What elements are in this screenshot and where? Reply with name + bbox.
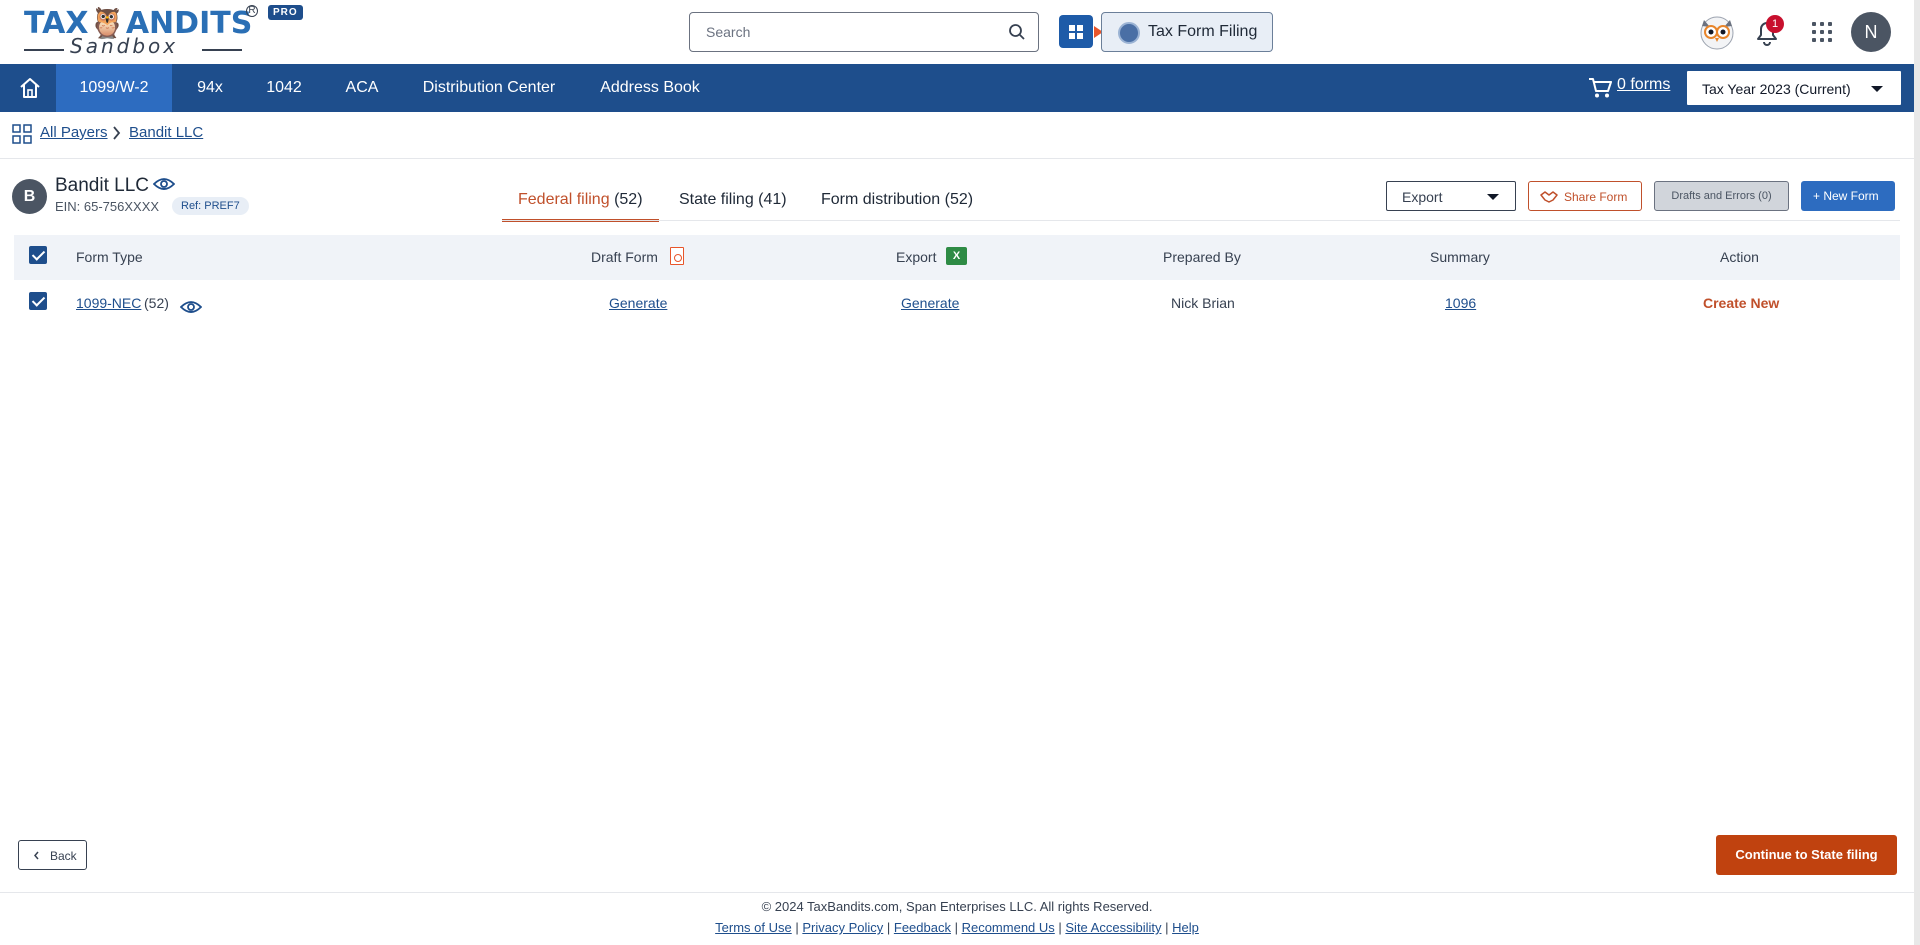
breadcrumb-divider xyxy=(0,158,1914,159)
breadcrumb-current-payer[interactable]: Bandit LLC xyxy=(129,124,203,141)
share-form-label: Share Form xyxy=(1564,190,1628,204)
export-select-value: Export xyxy=(1402,189,1443,205)
tab-form-distribution-label: Form distribution xyxy=(821,191,941,208)
app-switch-button[interactable] xyxy=(1059,15,1103,48)
summary-1096-link[interactable]: 1096 xyxy=(1445,295,1476,311)
table-row: 1099-NEC (52) Generate Generate Nick Bri… xyxy=(14,282,1900,330)
logo-sandbox-text: Sandbox xyxy=(70,34,179,58)
back-button[interactable]: Back xyxy=(18,840,87,870)
registered-icon: R xyxy=(246,5,258,17)
chevron-down-icon xyxy=(1487,194,1499,200)
tax-year-select[interactable]: Tax Year 2023 (Current) xyxy=(1685,69,1903,107)
tab-form-distribution-count: (52) xyxy=(944,191,974,208)
page-scrollbar[interactable] xyxy=(1914,0,1920,945)
home-button[interactable] xyxy=(0,64,56,112)
tabs-underline xyxy=(502,220,1900,221)
new-form-label: + New Form xyxy=(1813,189,1879,203)
cart-icon[interactable] xyxy=(1588,77,1612,99)
taxbandits-logo[interactable]: TAX🦉ANDITS Sandbox R PRO xyxy=(24,2,303,58)
header-form-type: Form Type xyxy=(76,249,143,265)
footer-link-terms[interactable]: Terms of Use xyxy=(715,920,792,935)
switch-icon xyxy=(1069,25,1083,39)
form-type-link[interactable]: 1099-NEC xyxy=(76,295,141,311)
new-form-button[interactable]: + New Form xyxy=(1801,181,1895,211)
tab-federal-filing-count: (52) xyxy=(614,191,643,208)
tab-state-filing[interactable]: State filing (41) xyxy=(663,187,803,222)
drafts-and-errors-button[interactable]: Drafts and Errors (0) xyxy=(1654,181,1789,211)
page: TAX🦉ANDITS Sandbox R PRO Search Tax Form… xyxy=(0,0,1920,945)
export-generate-link[interactable]: Generate xyxy=(901,295,959,311)
forms-table-header: Form Type Draft Form Export X Prepared B… xyxy=(14,235,1900,280)
main-nav: 1099/W-2 94x 1042 ACA Distribution Cente… xyxy=(0,64,1914,112)
chevron-down-icon xyxy=(1871,86,1883,92)
nav-item-address-book[interactable]: Address Book xyxy=(592,64,708,112)
footer-divider xyxy=(0,892,1914,893)
tab-federal-filing-label: Federal filing xyxy=(518,191,610,208)
owl-mascot-icon[interactable] xyxy=(1698,10,1736,52)
nav-item-distribution-center[interactable]: Distribution Center xyxy=(412,64,566,112)
chevron-right-icon xyxy=(113,126,121,140)
search-icon[interactable] xyxy=(1008,23,1026,41)
footer-copyright: © 2024 TaxBandits.com, Span Enterprises … xyxy=(761,899,1153,914)
view-form-eye-icon[interactable] xyxy=(180,299,202,315)
footer-links: Terms of Use | Privacy Policy | Feedback… xyxy=(715,920,1199,935)
continue-to-state-filing-button[interactable]: Continue to State filing xyxy=(1716,835,1897,875)
back-label: Back xyxy=(50,849,77,863)
header-action: Action xyxy=(1720,249,1759,265)
home-icon xyxy=(20,78,40,98)
cart-forms-link[interactable]: 0 forms xyxy=(1617,76,1670,94)
header-draft-form: Draft Form xyxy=(591,249,658,265)
select-all-checkbox[interactable] xyxy=(29,246,47,264)
view-payer-eye-icon[interactable] xyxy=(153,176,175,192)
draft-form-generate-link[interactable]: Generate xyxy=(609,295,667,311)
tab-federal-filing[interactable]: Federal filing (52) xyxy=(502,187,659,222)
search-input[interactable] xyxy=(690,13,1000,51)
tax-year-value: Tax Year 2023 (Current) xyxy=(1702,81,1851,97)
row-checkbox[interactable] xyxy=(29,292,47,310)
chevron-left-icon xyxy=(34,851,39,860)
footer-link-recommend[interactable]: Recommend Us xyxy=(962,920,1055,935)
handshake-icon xyxy=(1540,191,1558,203)
tax-form-filing-label: Tax Form Filing xyxy=(1148,23,1258,40)
search-box xyxy=(689,12,1039,52)
payer-ref-badge: Ref: PREF7 xyxy=(172,197,249,215)
excel-icon[interactable]: X xyxy=(946,247,967,265)
globe-icon xyxy=(1118,22,1140,44)
payer-ein: EIN: 65-756XXXX xyxy=(55,199,160,214)
share-form-button[interactable]: Share Form xyxy=(1528,181,1642,211)
create-new-link[interactable]: Create New xyxy=(1703,295,1779,311)
payer-avatar: B xyxy=(12,179,47,214)
breadcrumb-all-payers[interactable]: All Payers xyxy=(40,124,108,141)
tab-form-distribution[interactable]: Form distribution (52) xyxy=(805,187,989,222)
apps-grid-icon[interactable] xyxy=(1810,20,1834,44)
footer-link-privacy[interactable]: Privacy Policy xyxy=(802,920,883,935)
pdf-icon xyxy=(670,247,684,265)
tab-state-filing-count: (41) xyxy=(758,191,787,208)
header-prepared-by: Prepared By xyxy=(1163,249,1241,265)
tab-state-filing-label: State filing xyxy=(679,191,754,208)
tax-form-filing-button[interactable]: Tax Form Filing xyxy=(1101,12,1273,52)
payers-grid-icon xyxy=(12,124,32,144)
footer-link-feedback[interactable]: Feedback xyxy=(894,920,951,935)
export-select[interactable]: Export xyxy=(1386,181,1516,211)
nav-item-aca[interactable]: ACA xyxy=(335,64,389,112)
notification-count-badge: 1 xyxy=(1766,15,1784,33)
nav-item-1042[interactable]: 1042 xyxy=(257,64,311,112)
pro-badge: PRO xyxy=(268,5,303,20)
nav-item-1099-w2[interactable]: 1099/W-2 xyxy=(56,64,172,112)
logo-line-right xyxy=(202,49,242,51)
prepared-by-value: Nick Brian xyxy=(1171,295,1235,311)
user-avatar[interactable]: N xyxy=(1851,12,1891,52)
footer-link-accessibility[interactable]: Site Accessibility xyxy=(1065,920,1161,935)
top-header: TAX🦉ANDITS Sandbox R PRO Search Tax Form… xyxy=(0,0,1914,64)
nav-item-94x[interactable]: 94x xyxy=(182,64,238,112)
logo-line-left xyxy=(24,49,64,51)
notifications-bell[interactable]: 1 xyxy=(1754,15,1784,46)
header-export: Export xyxy=(896,249,937,265)
footer-link-help[interactable]: Help xyxy=(1172,920,1199,935)
payer-name: Bandit LLC xyxy=(55,175,150,196)
form-count: (52) xyxy=(144,295,169,311)
header-summary: Summary xyxy=(1430,249,1490,265)
